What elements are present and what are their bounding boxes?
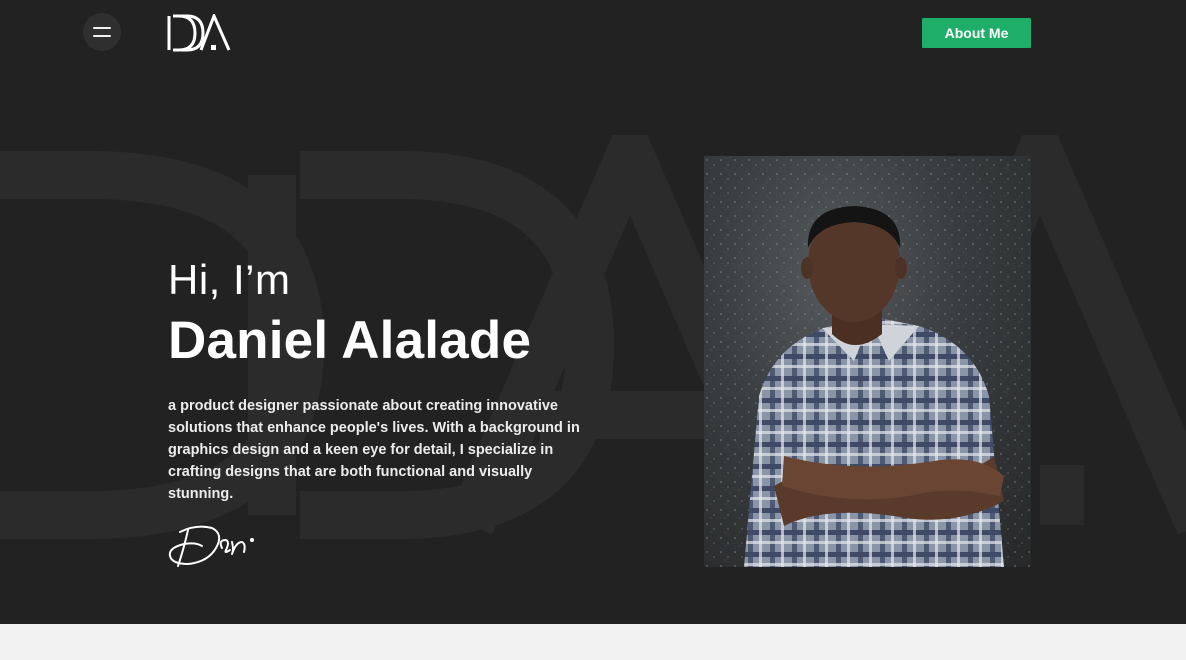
hamburger-menu-icon (93, 27, 111, 37)
signature (168, 525, 254, 567)
greeting-text: Hi, I’m (168, 256, 291, 303)
logo[interactable] (167, 14, 231, 52)
about-me-button[interactable]: About Me (922, 18, 1031, 48)
hero-section: About Me Hi, I’m Daniel Alalade a produc… (0, 0, 1186, 624)
hero-bio: a product designer passionate about crea… (168, 398, 580, 502)
menu-button[interactable] (83, 13, 121, 51)
portrait-photo (704, 156, 1031, 567)
next-section-strip (0, 624, 1186, 660)
hero-name: Daniel Alalade (168, 311, 532, 370)
